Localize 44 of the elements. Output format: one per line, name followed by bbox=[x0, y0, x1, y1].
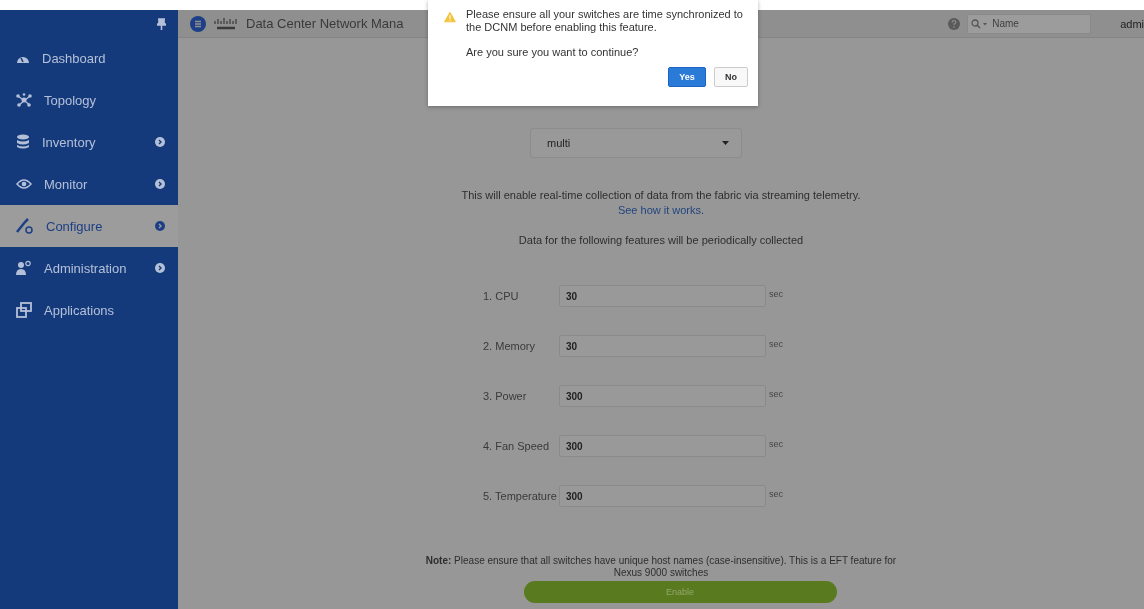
interval-field[interactable]: 30 bbox=[559, 285, 766, 307]
unit-label: sec bbox=[769, 489, 783, 499]
eye-icon bbox=[16, 178, 32, 190]
logo-icon bbox=[213, 16, 239, 31]
dialog-question: Are you sure you want to continue? bbox=[466, 46, 640, 59]
feature-label: 5. Temperature bbox=[483, 490, 558, 502]
feature-label: 1. CPU bbox=[483, 290, 520, 302]
windows-icon bbox=[16, 302, 32, 318]
feature-label: 2. Memory bbox=[483, 340, 536, 352]
interval-field[interactable]: 30 bbox=[559, 335, 766, 357]
interval-field[interactable]: 300 bbox=[559, 435, 766, 457]
sidebar-item[interactable]: Configure bbox=[0, 205, 178, 247]
how-it-works-link[interactable]: See how it works. bbox=[617, 204, 705, 216]
app-title: Data Center Network Mana bbox=[246, 16, 404, 31]
user-gear-icon bbox=[16, 260, 32, 276]
unit-label: sec bbox=[769, 389, 783, 399]
sidebar-item[interactable]: Topology bbox=[0, 79, 178, 121]
fabric-dropdown[interactable]: multi bbox=[530, 128, 742, 158]
feature-label: 4. Fan Speed bbox=[483, 440, 551, 452]
dialog-button[interactable]: No bbox=[714, 67, 748, 87]
sidebar-item[interactable]: Monitor bbox=[0, 163, 178, 205]
features-heading: Data for the following features will be periodically collected bbox=[518, 234, 804, 246]
user-name[interactable]: admi bbox=[1120, 17, 1144, 30]
intro-text: This will enable real-time collection of data from the fabric via streaming telemetry. See how it works. bbox=[460, 188, 862, 218]
network-icon bbox=[16, 93, 32, 107]
sidebar-item[interactable]: Dashboard bbox=[0, 37, 178, 79]
unit-label: sec bbox=[769, 439, 783, 449]
sidebar-item[interactable]: Applications bbox=[0, 289, 178, 331]
pin-icon[interactable] bbox=[157, 17, 166, 30]
sidebar-item[interactable]: Administration bbox=[0, 247, 178, 289]
menu-icon[interactable] bbox=[190, 15, 206, 32]
database-icon bbox=[16, 134, 30, 150]
unit-label: sec bbox=[769, 339, 783, 349]
unit-label: sec bbox=[769, 289, 783, 299]
dialog-message: Please ensure all your switches are time synchronized to the DCNM before enabling this feature. bbox=[466, 8, 744, 34]
note-text: Note: Please ensure that all switches have unique host names (case-insensitive). This is a EFT feature for Nexus 9000 switches bbox=[424, 555, 898, 579]
interval-field[interactable]: 300 bbox=[559, 385, 766, 407]
dialog-button[interactable]: Yes bbox=[668, 67, 706, 87]
search-field[interactable]: Name bbox=[967, 13, 1092, 34]
caret-icon bbox=[722, 141, 729, 145]
help-icon[interactable] bbox=[948, 17, 961, 30]
feature-label: 3. Power bbox=[483, 390, 528, 402]
interval-field[interactable]: 300 bbox=[559, 485, 766, 507]
sidebar-item[interactable]: Inventory bbox=[0, 121, 178, 163]
